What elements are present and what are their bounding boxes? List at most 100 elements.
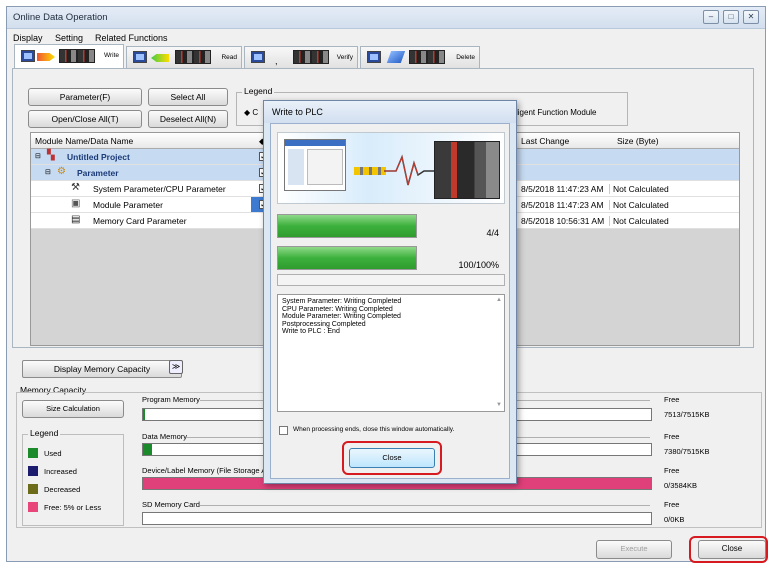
tab-read[interactable]: Read (126, 46, 242, 68)
open-close-all-button[interactable]: Open/Close All(T) (28, 110, 142, 128)
collapse-icon[interactable]: ⊟ (35, 152, 41, 160)
row-size: Not Calculated (609, 184, 669, 194)
progress-percent: 100/100% (458, 260, 499, 270)
signal-wave-icon (384, 154, 434, 186)
row-name: Parameter (77, 168, 119, 178)
sd-memory-card-label: SD Memory Card (142, 500, 200, 509)
plc-icon (175, 50, 193, 64)
row-size: Not Calculated (609, 216, 669, 226)
project-icon: ▚ (47, 150, 55, 161)
tab-verify[interactable]: , Verify (244, 46, 358, 68)
sd-memory-card-bar (142, 512, 652, 525)
read-arrow-icon (151, 54, 169, 62)
tab-delete[interactable]: Delete (360, 46, 480, 68)
row-name: Module Parameter (93, 200, 163, 210)
row-name: System Parameter/CPU Parameter (93, 184, 226, 194)
data-transfer-icon (354, 167, 386, 175)
legend-decreased-swatch (28, 484, 38, 494)
legend-increased-label: Increased (44, 467, 77, 476)
header-last-change: Last Change (521, 136, 570, 146)
progress-fill-modules (278, 215, 416, 237)
scroll-up-icon[interactable]: ▲ (496, 297, 502, 305)
legend-text: ligent Function Module (516, 108, 597, 117)
auto-close-label: When processing ends, close this window … (293, 426, 455, 433)
header-size: Size (Byte) (617, 136, 659, 146)
legend-decreased-label: Decreased (44, 485, 81, 494)
window-title: Online Data Operation (13, 12, 108, 23)
dialog-title-bar: Write to PLC (264, 101, 516, 123)
row-last-change: 8/5/2018 11:47:23 AM (521, 184, 604, 194)
plc-icon (293, 50, 311, 64)
maximize-icon[interactable]: □ (723, 10, 739, 24)
memory-card-icon: ▤ (71, 214, 81, 225)
execute-button[interactable]: Execute (596, 540, 672, 559)
write-to-plc-dialog: Write to PLC 4/4 100/100% System Paramet… (263, 100, 517, 484)
tab-delete-label: Delete (456, 54, 475, 61)
minimize-icon[interactable]: – (703, 10, 719, 24)
program-memory-fill (143, 409, 145, 420)
sd-memory-card-free-label: Free (664, 500, 680, 509)
highlight-ring (689, 536, 768, 563)
log-line: Module Parameter: Writing Completed (282, 313, 401, 320)
title-bar: Online Data Operation – □ ✕ (7, 7, 765, 29)
data-memory-free-label: Free (664, 432, 680, 441)
eraser-icon (386, 51, 406, 63)
menu-setting[interactable]: Setting (55, 33, 83, 43)
progress-fill-percent (278, 247, 416, 269)
row-name: Memory Card Parameter (93, 216, 187, 226)
tab-write[interactable]: Write (14, 44, 124, 68)
dialog-body: 4/4 100/100% System Parameter: Writing C… (270, 123, 510, 479)
close-icon[interactable]: ✕ (743, 10, 759, 24)
display-memory-capacity-button[interactable]: Display Memory Capacity ≫ (22, 360, 183, 378)
progress-bar-percent (277, 246, 417, 270)
menu-related-functions[interactable]: Related Functions (95, 33, 168, 43)
device-label-memory-label: Device/Label Memory (File Storage Ar (142, 466, 266, 475)
log-area[interactable]: System Parameter: Writing Completed CPU … (277, 294, 505, 412)
row-last-change: 8/5/2018 11:47:23 AM (521, 200, 604, 210)
scroll-down-icon[interactable]: ▼ (496, 402, 502, 410)
tab-verify-label: Verify (336, 54, 353, 61)
write-arrow-icon (37, 53, 55, 61)
transfer-illustration (277, 132, 505, 204)
row-name: Untitled Project (67, 152, 130, 162)
program-memory-label: Program Memory (142, 395, 200, 404)
software-window-icon (284, 139, 346, 191)
chevron-down-icon[interactable]: ≫ (169, 360, 183, 374)
legend-free-low-label: Free: 5% or Less (44, 503, 102, 512)
memory-legend-title: Legend (28, 428, 61, 438)
program-memory-free: 7513/7515KB (664, 410, 710, 419)
log-line: Postprocessing Completed (282, 320, 366, 328)
data-memory-free: 7380/7515KB (664, 447, 710, 456)
auto-close-checkbox[interactable] (279, 426, 288, 435)
progress-bar-modules (277, 214, 417, 238)
log-line: System Parameter: Writing Completed (282, 298, 402, 305)
data-memory-label: Data Memory (142, 432, 188, 441)
deselect-all-button[interactable]: Deselect All(N) (148, 110, 228, 128)
legend-marker-icon: ◆ C (244, 108, 259, 117)
collapse-icon[interactable]: ⊟ (45, 168, 51, 176)
parameter-button[interactable]: Parameter(F) (28, 88, 142, 106)
plc-icon (59, 49, 77, 63)
select-all-button[interactable]: Select All (148, 88, 228, 106)
menu-display[interactable]: Display (13, 33, 43, 43)
program-memory-free-label: Free (664, 395, 680, 404)
tab-write-label: Write (103, 52, 119, 59)
row-last-change: 8/5/2018 10:56:31 AM (521, 216, 605, 226)
display-memory-capacity-label: Display Memory Capacity (53, 364, 151, 374)
size-calculation-button[interactable]: Size Calculation (22, 400, 124, 418)
system-parameter-icon: ⚒ (71, 182, 80, 193)
progress-count: 4/4 (486, 228, 499, 238)
log-line: CPU Parameter: Writing Completed (282, 305, 393, 313)
device-label-memory-free-label: Free (664, 466, 680, 475)
plc-icon (427, 50, 445, 64)
plc-icon (311, 50, 329, 64)
legend-used-label: Used (44, 449, 62, 458)
header-module-name: Module Name/Data Name (35, 136, 134, 146)
computer-icon (251, 51, 265, 63)
divider (200, 505, 650, 506)
legend-free-low-swatch (28, 502, 38, 512)
device-label-memory-free: 0/3584KB (664, 481, 697, 490)
legend-used-swatch (28, 448, 38, 458)
computer-icon (21, 50, 35, 62)
plc-icon (193, 50, 211, 64)
